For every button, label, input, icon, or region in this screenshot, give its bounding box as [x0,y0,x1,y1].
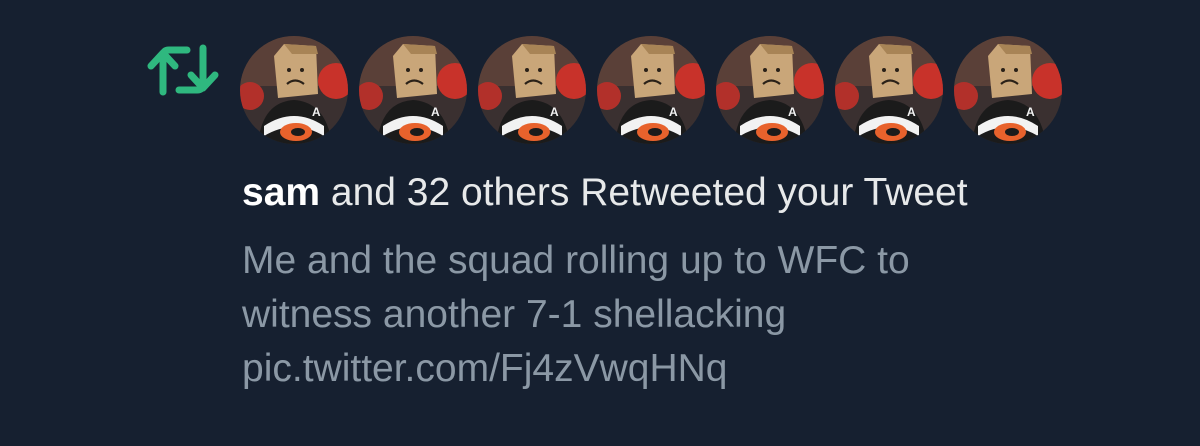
svg-text:A: A [550,105,559,119]
retweet-notification[interactable]: A A A A A A A sam and 32 others Retweete… [0,0,1200,446]
avatar[interactable]: A [240,36,348,144]
svg-text:A: A [1026,105,1035,119]
user-name-link[interactable]: sam [242,171,320,214]
svg-text:A: A [312,105,321,119]
avatar[interactable]: A [597,36,705,144]
avatar[interactable]: A [716,36,824,144]
avatar[interactable]: A [478,36,586,144]
avatar[interactable]: A [835,36,943,144]
svg-text:A: A [788,105,797,119]
notification-headline: sam and 32 others Retweeted your Tweet [242,168,968,218]
svg-text:A: A [669,105,678,119]
avatar[interactable]: A [954,36,1062,144]
retweet-icon [147,44,219,96]
avatar[interactable]: A [359,36,467,144]
svg-text:A: A [431,105,440,119]
tweet-media-link[interactable]: pic.twitter.com/Fj4zVwqHNq [242,342,727,396]
avatar-list: A A A A A A A [240,36,1062,144]
action-text: and 32 others Retweeted your Tweet [320,171,968,214]
svg-text:A: A [907,105,916,119]
tweet-text[interactable]: Me and the squad rolling up to WFC to wi… [242,234,1142,342]
